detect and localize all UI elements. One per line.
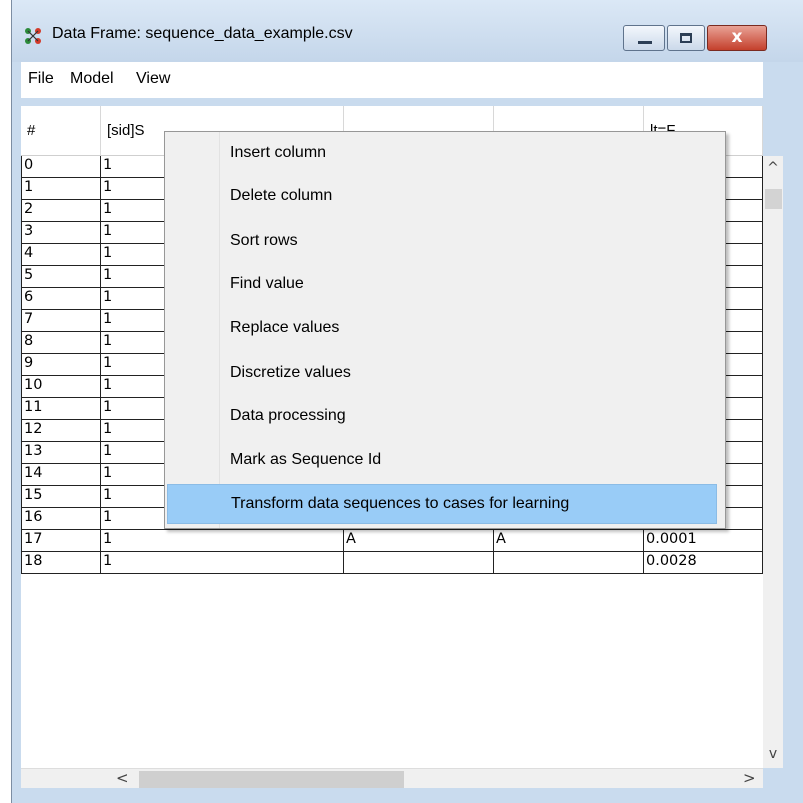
scroll-down-icon[interactable]: v	[763, 746, 783, 762]
cell-index[interactable]: 17	[21, 530, 101, 552]
cell-index[interactable]: 16	[21, 508, 101, 530]
cell-index[interactable]: 7	[21, 310, 101, 332]
cell-index[interactable]: 5	[21, 266, 101, 288]
maximize-icon	[680, 33, 692, 43]
menu-item-replace-values[interactable]: Replace values	[167, 309, 717, 349]
maximize-button[interactable]	[667, 25, 705, 51]
cell-index[interactable]: 1	[21, 178, 101, 200]
minimize-icon	[638, 41, 652, 44]
scroll-up-icon[interactable]: ^	[763, 160, 783, 176]
cell-index[interactable]: 15	[21, 486, 101, 508]
cell-col2[interactable]	[344, 552, 494, 574]
cell-col2[interactable]: A	[344, 530, 494, 552]
scroll-left-icon[interactable]: <	[116, 769, 129, 787]
cell-index[interactable]: 3	[21, 222, 101, 244]
cell-sid[interactable]: 1	[101, 552, 344, 574]
horizontal-scroll-thumb[interactable]	[139, 771, 404, 788]
menu-view[interactable]: View	[136, 70, 170, 88]
cell-index[interactable]: 11	[21, 398, 101, 420]
menu-item-discretize-values[interactable]: Discretize values	[167, 354, 717, 394]
menu-item-insert-column[interactable]: Insert column	[167, 134, 717, 174]
menu-item-delete-column[interactable]: Delete column	[167, 177, 717, 217]
cell-sid[interactable]: 1	[101, 530, 344, 552]
cell-index[interactable]: 2	[21, 200, 101, 222]
vertical-scroll-thumb[interactable]	[765, 189, 782, 209]
horizontal-scrollbar[interactable]: < >	[21, 768, 763, 788]
column-header-index[interactable]: #	[21, 106, 101, 156]
cell-col3[interactable]: A	[494, 530, 644, 552]
cell-index[interactable]: 8	[21, 332, 101, 354]
menu-model[interactable]: Model	[70, 70, 114, 88]
network-graph-icon	[25, 28, 41, 44]
menu-item-transform-sequences[interactable]: Transform data sequences to cases for le…	[167, 484, 717, 524]
table-row[interactable]: 18 1 0.0028	[21, 552, 763, 574]
cell-index[interactable]: 13	[21, 442, 101, 464]
cell-index[interactable]: 4	[21, 244, 101, 266]
cell-index[interactable]: 10	[21, 376, 101, 398]
menu-item-find-value[interactable]: Find value	[167, 265, 717, 305]
table-row[interactable]: 17 1 A A 0.0001	[21, 530, 763, 552]
cell-index[interactable]: 6	[21, 288, 101, 310]
context-menu: Insert column Delete column Sort rows Fi…	[164, 131, 726, 529]
menu-item-mark-sequence-id[interactable]: Mark as Sequence Id	[167, 441, 717, 481]
title-bar[interactable]: Data Frame: sequence_data_example.csv x	[12, 0, 803, 62]
menu-item-sort-rows[interactable]: Sort rows	[167, 222, 717, 262]
cell-col4[interactable]: 0.0001	[644, 530, 763, 552]
minimize-button[interactable]	[623, 25, 665, 51]
cell-index[interactable]: 18	[21, 552, 101, 574]
window-title: Data Frame: sequence_data_example.csv	[52, 25, 353, 42]
close-icon: x	[731, 27, 743, 47]
cell-col3[interactable]	[494, 552, 644, 574]
menu-item-data-processing[interactable]: Data processing	[167, 397, 717, 437]
cell-index[interactable]: 9	[21, 354, 101, 376]
menu-file[interactable]: File	[28, 70, 54, 88]
close-button[interactable]: x	[707, 25, 767, 51]
cell-index[interactable]: 0	[21, 156, 101, 178]
cell-index[interactable]: 14	[21, 464, 101, 486]
cell-col4[interactable]: 0.0028	[644, 552, 763, 574]
cell-index[interactable]: 12	[21, 420, 101, 442]
scroll-right-icon[interactable]: >	[743, 769, 756, 787]
menu-bar: File Model View	[21, 62, 763, 98]
vertical-scrollbar[interactable]: ^ v	[763, 156, 783, 768]
